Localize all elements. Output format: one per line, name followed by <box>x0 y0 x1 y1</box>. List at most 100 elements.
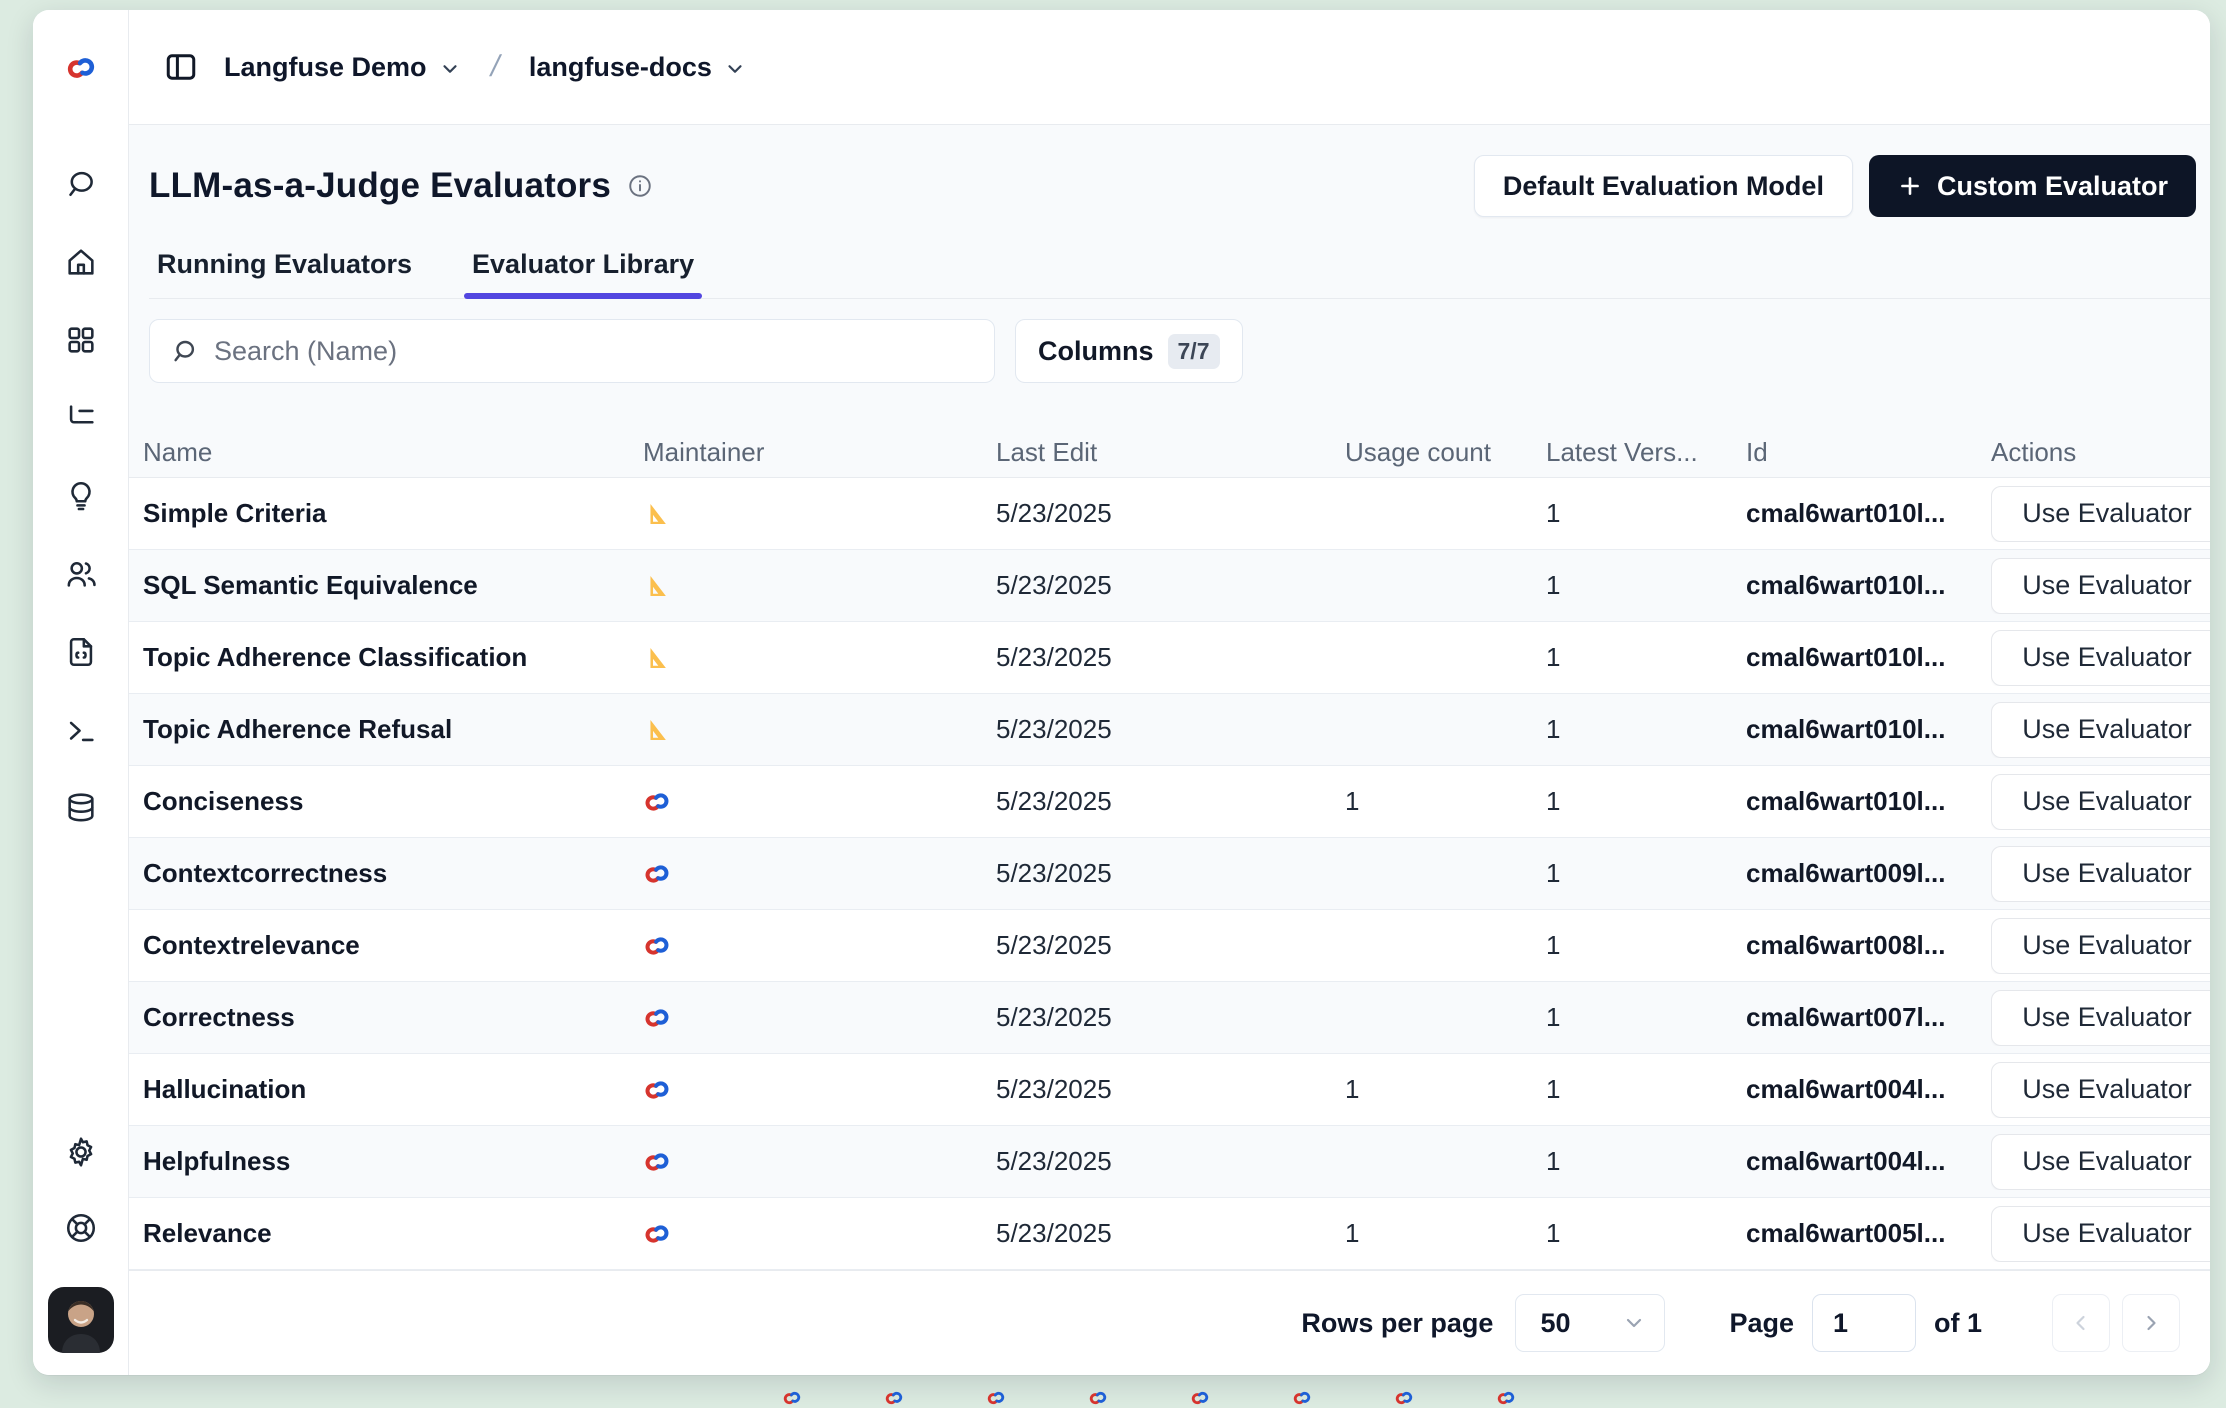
langfuse-maintainer-icon <box>643 788 671 816</box>
desktop-background: { "topbar": { "org": "Langfuse Demo", "s… <box>0 0 2226 1398</box>
use-evaluator-button[interactable]: Use Evaluator <box>1991 846 2210 902</box>
langfuse-maintainer-icon <box>643 1076 671 1104</box>
use-evaluator-button[interactable]: Use Evaluator <box>1991 774 2210 830</box>
settings-gear-icon[interactable] <box>64 1135 98 1169</box>
tab-evaluator-library[interactable]: Evaluator Library <box>464 243 702 298</box>
maintainer-cell <box>643 716 996 744</box>
maintainer-cell <box>643 572 996 600</box>
page-label: Page <box>1729 1308 1794 1339</box>
previous-page-button[interactable] <box>2052 1294 2110 1352</box>
use-evaluator-button[interactable]: Use Evaluator <box>1991 702 2210 758</box>
users-icon[interactable] <box>64 557 98 591</box>
table-row[interactable]: Topic Adherence Refusal 5/23/2025 1 cmal… <box>129 694 2210 766</box>
page-number-input[interactable] <box>1812 1294 1916 1352</box>
support-lifebuoy-icon[interactable] <box>64 1211 98 1245</box>
tab-running-evaluators[interactable]: Running Evaluators <box>149 243 420 298</box>
usage-count: 1 <box>1345 1074 1546 1105</box>
langfuse-knot-logo <box>782 1388 802 1408</box>
latest-version: 1 <box>1546 1002 1746 1033</box>
table-row[interactable]: Relevance 5/23/2025 1 1 cmal6wart005l...… <box>129 1198 2210 1270</box>
maintainer-cell <box>643 1148 996 1176</box>
org-selector[interactable]: Langfuse Demo <box>224 52 461 83</box>
langfuse-maintainer-icon <box>643 1220 671 1248</box>
last-edit-date: 5/23/2025 <box>996 570 1345 601</box>
rows-per-page-select[interactable]: 50 <box>1515 1294 1665 1352</box>
use-evaluator-button[interactable]: Use Evaluator <box>1991 1206 2210 1262</box>
default-evaluation-model-button[interactable]: Default Evaluation Model <box>1474 155 1853 217</box>
evaluator-name: Topic Adherence Refusal <box>143 714 643 745</box>
table-row[interactable]: Simple Criteria 5/23/2025 1 cmal6wart010… <box>129 478 2210 550</box>
prompts-icon[interactable] <box>64 635 98 669</box>
search-input[interactable] <box>214 336 974 367</box>
use-evaluator-button[interactable]: Use Evaluator <box>1991 1062 2210 1118</box>
table-row[interactable]: SQL Semantic Equivalence 5/23/2025 1 cma… <box>129 550 2210 622</box>
chevron-down-icon <box>724 58 746 80</box>
langfuse-knot-logo <box>33 10 128 125</box>
org-name: Langfuse Demo <box>224 52 427 83</box>
table-header-row: Name Maintainer Last Edit Usage count La… <box>129 427 2210 478</box>
table-toolbar: Columns 7/7 <box>149 319 2196 383</box>
dashboard-icon[interactable] <box>64 323 98 357</box>
evaluator-name: Relevance <box>143 1218 643 1249</box>
evaluator-name: Hallucination <box>143 1074 643 1105</box>
search-icon[interactable] <box>64 167 98 201</box>
datasets-icon[interactable] <box>64 791 98 825</box>
project-selector[interactable]: langfuse-docs <box>529 52 746 83</box>
evaluator-id: cmal6wart010l... <box>1746 498 1991 529</box>
latest-version: 1 <box>1546 1074 1746 1105</box>
last-edit-date: 5/23/2025 <box>996 1146 1345 1177</box>
table-row[interactable]: Hallucination 5/23/2025 1 1 cmal6wart004… <box>129 1054 2210 1126</box>
ragas-maintainer-icon <box>643 716 671 744</box>
langfuse-knot-logo <box>1088 1388 1108 1408</box>
evaluator-id: cmal6wart010l... <box>1746 714 1991 745</box>
home-icon[interactable] <box>64 245 98 279</box>
last-edit-date: 5/23/2025 <box>996 858 1345 889</box>
chevron-down-icon <box>1622 1311 1646 1335</box>
next-page-button[interactable] <box>2122 1294 2180 1352</box>
evaluator-name: Contextcorrectness <box>143 858 643 889</box>
evaluator-id: cmal6wart007l... <box>1746 1002 1991 1033</box>
latest-version: 1 <box>1546 1146 1746 1177</box>
use-evaluator-button[interactable]: Use Evaluator <box>1991 630 2210 686</box>
pagination-bar: Rows per page 50 Page of 1 <box>129 1270 2210 1375</box>
tracing-icon[interactable] <box>64 401 98 435</box>
table-row[interactable]: Contextrelevance 5/23/2025 1 cmal6wart00… <box>129 910 2210 982</box>
maintainer-cell <box>643 1004 996 1032</box>
table-row[interactable]: Contextcorrectness 5/23/2025 1 cmal6wart… <box>129 838 2210 910</box>
custom-evaluator-button[interactable]: Custom Evaluator <box>1869 155 2196 217</box>
info-icon[interactable] <box>627 173 653 199</box>
ragas-maintainer-icon <box>643 644 671 672</box>
evaluator-id: cmal6wart010l... <box>1746 642 1991 673</box>
maintainer-cell <box>643 1220 996 1248</box>
columns-button[interactable]: Columns 7/7 <box>1015 319 1243 383</box>
page-header: LLM-as-a-Judge Evaluators Default Evalua… <box>149 155 2196 217</box>
table-row[interactable]: Conciseness 5/23/2025 1 1 cmal6wart010l.… <box>129 766 2210 838</box>
maintainer-cell <box>643 1076 996 1104</box>
use-evaluator-button[interactable]: Use Evaluator <box>1991 486 2210 542</box>
rows-per-page-value: 50 <box>1540 1308 1570 1339</box>
ragas-maintainer-icon <box>643 500 671 528</box>
maintainer-cell <box>643 860 996 888</box>
use-evaluator-button[interactable]: Use Evaluator <box>1991 918 2210 974</box>
evaluator-name: Simple Criteria <box>143 498 643 529</box>
table-row[interactable]: Correctness 5/23/2025 1 cmal6wart007l...… <box>129 982 2210 1054</box>
evaluator-name: Contextrelevance <box>143 930 643 961</box>
playground-icon[interactable] <box>64 713 98 747</box>
columns-label: Columns <box>1038 336 1154 367</box>
usage-count: 1 <box>1345 786 1546 817</box>
evaluation-icon[interactable] <box>64 479 98 513</box>
langfuse-maintainer-icon <box>643 932 671 960</box>
last-edit-date: 5/23/2025 <box>996 642 1345 673</box>
user-avatar[interactable] <box>48 1287 114 1353</box>
table-row[interactable]: Helpfulness 5/23/2025 1 cmal6wart004l...… <box>129 1126 2210 1198</box>
evaluator-id: cmal6wart008l... <box>1746 930 1991 961</box>
use-evaluator-button[interactable]: Use Evaluator <box>1991 1134 2210 1190</box>
sidebar-toggle-icon[interactable] <box>162 48 200 86</box>
usage-count: 1 <box>1345 1218 1546 1249</box>
last-edit-date: 5/23/2025 <box>996 1218 1345 1249</box>
use-evaluator-button[interactable]: Use Evaluator <box>1991 558 2210 614</box>
use-evaluator-button[interactable]: Use Evaluator <box>1991 990 2210 1046</box>
chevron-down-icon <box>439 58 461 80</box>
sidebar-nav <box>64 125 98 825</box>
table-row[interactable]: Topic Adherence Classification 5/23/2025… <box>129 622 2210 694</box>
